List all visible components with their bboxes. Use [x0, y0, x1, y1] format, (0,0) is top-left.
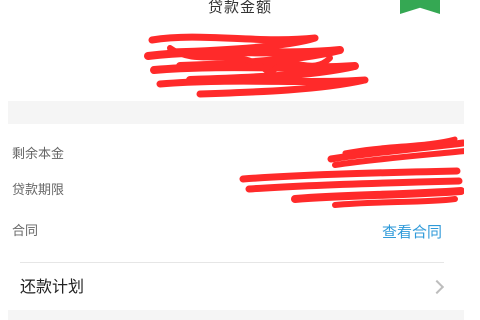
loan-amount-header: 贷款金额: [0, 0, 480, 100]
section-separator: [8, 101, 464, 124]
repayment-plan-label: 还款计划: [20, 277, 85, 296]
loan-term-value-redacted: [239, 167, 465, 208]
app-screen: 贷款金额 剩余本金 贷款期限 合同 查看合同 还款计划: [0, 0, 480, 320]
chevron-right-icon: [429, 279, 445, 295]
loan-amount-value-redacted: [144, 33, 369, 98]
contract-label: 合同: [12, 224, 39, 239]
divider: [20, 262, 444, 263]
loan-term-label: 贷款期限: [12, 183, 65, 198]
remaining-principal-label: 剩余本金: [12, 147, 65, 162]
view-contract-link[interactable]: 查看合同: [382, 217, 442, 247]
section-separator-bottom: [8, 310, 464, 320]
contract-row: 合同 查看合同: [12, 217, 444, 247]
repayment-plan-row[interactable]: 还款计划: [8, 265, 464, 309]
